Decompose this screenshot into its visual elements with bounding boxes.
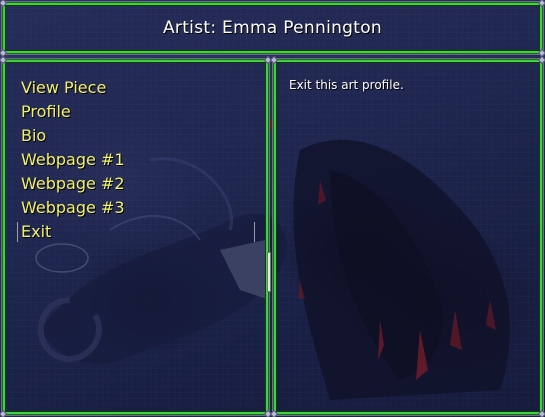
title-window: Artist: Emma Pennington: [0, 0, 545, 58]
menu-item-webpage-1[interactable]: Webpage #1: [21, 148, 266, 172]
help-window: Exit this art profile.: [269, 55, 545, 417]
help-description: Exit this art profile.: [289, 78, 404, 92]
menu-item-webpage-2[interactable]: Webpage #2: [21, 172, 266, 196]
menu-item-view-piece[interactable]: View Piece: [21, 76, 266, 100]
frame-corner-ornament: [537, 409, 545, 417]
frame-corner-ornament: [537, 0, 545, 8]
window-title: Artist: Emma Pennington: [162, 18, 383, 38]
menu-item-exit[interactable]: Exit: [17, 220, 266, 244]
frame-corner-ornament: [269, 409, 279, 417]
menu-item-bio[interactable]: Bio: [21, 124, 266, 148]
scrollbar-thumb[interactable]: [267, 252, 271, 292]
command-menu: View Piece Profile Bio Webpage #1 Webpag…: [5, 62, 266, 244]
menu-item-webpage-3[interactable]: Webpage #3: [21, 196, 266, 220]
menu-item-profile[interactable]: Profile: [21, 100, 266, 124]
frame-corner-ornament: [0, 0, 8, 8]
game-screen: Artist: Emma Pennington View Piece Profi…: [0, 0, 545, 417]
command-menu-window: View Piece Profile Bio Webpage #1 Webpag…: [0, 55, 273, 417]
frame-corner-ornament: [0, 409, 8, 417]
